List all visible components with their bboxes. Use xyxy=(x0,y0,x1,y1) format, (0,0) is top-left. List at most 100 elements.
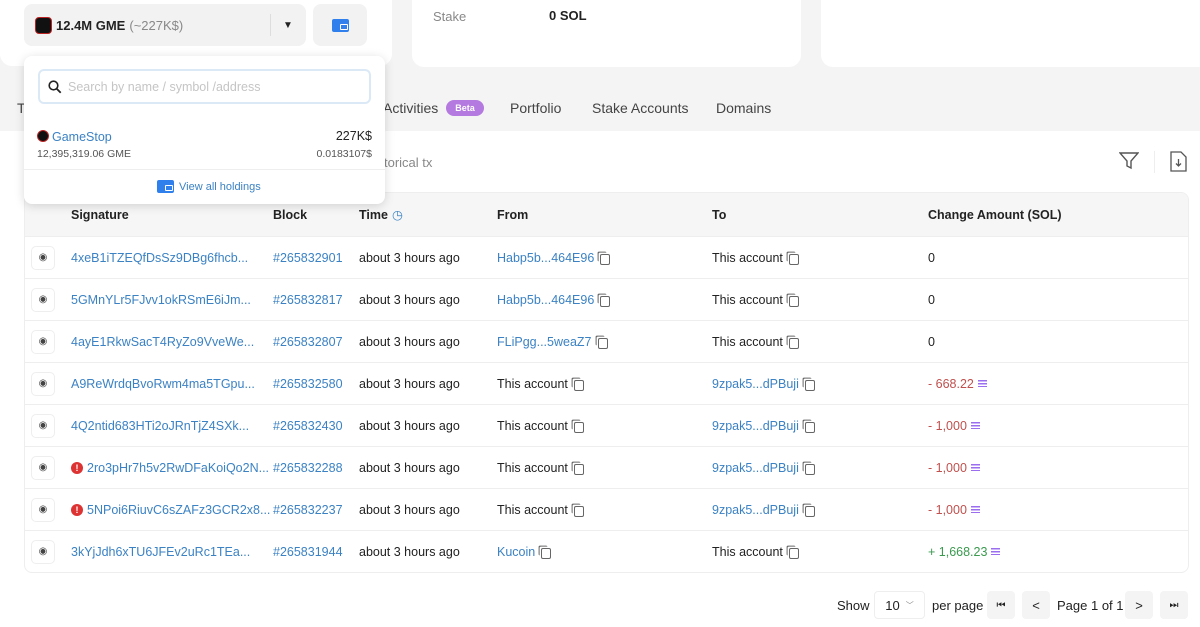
copy-icon[interactable] xyxy=(788,338,799,349)
to-value[interactable]: 9zpak5...dPBuji xyxy=(712,419,799,433)
signature-link[interactable]: 5NPoi6RiuvC6sZAFz3GCR2x8... xyxy=(87,503,270,517)
historical-tx-text: torical tx xyxy=(384,155,433,170)
time-value: about 3 hours ago xyxy=(359,502,460,517)
copy-icon[interactable] xyxy=(600,296,611,307)
col-from: From xyxy=(497,207,529,222)
from-value[interactable]: Habp5b...464E96 xyxy=(497,293,594,307)
export-icon[interactable] xyxy=(1170,151,1187,172)
copy-icon[interactable] xyxy=(573,464,584,475)
copy-icon[interactable] xyxy=(573,380,584,391)
from-value[interactable]: Habp5b...464E96 xyxy=(497,251,594,265)
per-page-select[interactable]: 10 ﹀ xyxy=(874,591,925,619)
view-details-button[interactable]: ◉ xyxy=(31,245,55,270)
wallet-button[interactable] xyxy=(313,4,367,46)
view-details-button[interactable]: ◉ xyxy=(31,287,55,312)
tab-activities[interactable]: Activities Beta xyxy=(383,100,484,116)
clock-icon[interactable]: ◷ xyxy=(392,207,403,222)
block-link[interactable]: #265831944 xyxy=(273,531,343,572)
to-value[interactable]: 9zpak5...dPBuji xyxy=(712,503,799,517)
wallet-icon xyxy=(157,180,174,193)
per-page-label: per page xyxy=(932,597,984,613)
last-page-icon: ⏭ xyxy=(1169,599,1179,611)
eye-icon: ◉ xyxy=(38,336,48,347)
copy-icon[interactable] xyxy=(804,422,815,433)
view-details-button[interactable]: ◉ xyxy=(31,329,55,354)
table-row: ◉ 3kYjJdh6xTU6JFEv2uRc1TEa... #265831944… xyxy=(25,530,1188,572)
caret-down-icon[interactable]: ▼ xyxy=(283,20,293,31)
view-details-button[interactable]: ◉ xyxy=(31,455,55,480)
copy-icon[interactable] xyxy=(788,254,799,265)
signature-link[interactable]: 4xeB1iTZEQfDsSz9DBg6fhcb... xyxy=(71,251,248,265)
from-value: This account xyxy=(497,376,568,391)
table-row: ◉ ! 5NPoi6RiuvC6sZAFz3GCR2x8... #26583223… xyxy=(25,488,1188,530)
block-link[interactable]: #265832817 xyxy=(273,279,343,320)
signature-link[interactable]: 4ayE1RkwSacT4RyZo9VveWe... xyxy=(71,335,254,349)
signature-link[interactable]: 4Q2ntid683HTi2oJRnTjZ4SXk... xyxy=(71,419,249,433)
signature-link[interactable]: 2ro3pHr7h5v2RwDFaKoiQo2N... xyxy=(87,461,269,475)
time-value: about 3 hours ago xyxy=(359,292,460,307)
table-row: ◉ ! 2ro3pHr7h5v2RwDFaKoiQo2N... #26583228… xyxy=(25,446,1188,488)
token-value: (~227K$) xyxy=(129,17,184,33)
block-link[interactable]: #265832430 xyxy=(273,405,343,446)
copy-icon[interactable] xyxy=(788,548,799,559)
transactions-table: Signature Block Time ◷ From To Change Amo… xyxy=(24,192,1189,573)
filter-icon[interactable] xyxy=(1119,152,1139,170)
change-amount: - 1,000 xyxy=(928,502,967,517)
wallet-icon xyxy=(331,18,349,32)
to-value[interactable]: 9zpak5...dPBuji xyxy=(712,461,799,475)
holding-name[interactable]: GameStop xyxy=(52,130,112,144)
view-all-holdings-link[interactable]: View all holdings xyxy=(157,180,261,193)
first-page-button[interactable]: ⏮ xyxy=(987,591,1015,619)
block-link[interactable]: #265832288 xyxy=(273,447,343,488)
signature-link[interactable]: 5GMnYLr5FJvv1okRSmE6iJm... xyxy=(71,293,251,307)
copy-icon[interactable] xyxy=(788,296,799,307)
copy-icon[interactable] xyxy=(573,506,584,517)
copy-icon[interactable] xyxy=(541,548,552,559)
from-value[interactable]: FLiPgg...5weaZ7 xyxy=(497,335,592,349)
token-selector[interactable]: 12.4M GME (~227K$) ▼ xyxy=(24,4,306,46)
next-page-button[interactable]: > xyxy=(1125,591,1153,619)
tab-stake-accounts[interactable]: Stake Accounts xyxy=(592,100,689,116)
search-input[interactable] xyxy=(68,79,348,94)
signature-link[interactable]: A9ReWrdqBvoRwm4ma5TGpu... xyxy=(71,377,255,391)
signature-link[interactable]: 3kYjJdh6xTU6JFEv2uRc1TEa... xyxy=(71,545,250,559)
from-value: This account xyxy=(497,502,568,517)
copy-icon[interactable] xyxy=(573,422,584,433)
view-details-button[interactable]: ◉ xyxy=(31,371,55,396)
change-amount: 0 xyxy=(928,334,935,349)
copy-icon[interactable] xyxy=(804,506,815,517)
prev-page-button[interactable]: < xyxy=(1022,591,1050,619)
block-link[interactable]: #265832901 xyxy=(273,237,343,278)
from-value[interactable]: Kucoin xyxy=(497,545,535,559)
view-all-label: View all holdings xyxy=(179,180,261,193)
holdings-dropdown: GameStop 227K$ 12,395,319.06 GME 0.01831… xyxy=(24,56,385,204)
eye-icon: ◉ xyxy=(38,252,48,263)
error-icon: ! xyxy=(71,503,83,516)
last-page-button[interactable]: ⏭ xyxy=(1160,591,1188,619)
holdings-search[interactable] xyxy=(38,69,371,104)
change-amount: 0 xyxy=(928,292,935,307)
view-details-button[interactable]: ◉ xyxy=(31,497,55,522)
copy-icon[interactable] xyxy=(597,338,608,349)
sol-icon xyxy=(970,506,980,513)
tab-portfolio[interactable]: Portfolio xyxy=(510,100,561,116)
gamestop-logo xyxy=(35,16,52,34)
copy-icon[interactable] xyxy=(804,464,815,475)
table-row: ◉ 5GMnYLr5FJvv1okRSmE6iJm... #265832817 … xyxy=(25,278,1188,320)
sol-icon xyxy=(977,380,987,387)
to-value: This account xyxy=(712,544,783,559)
copy-icon[interactable] xyxy=(600,254,611,265)
to-value[interactable]: 9zpak5...dPBuji xyxy=(712,377,799,391)
copy-icon[interactable] xyxy=(804,380,815,391)
from-value: This account xyxy=(497,418,568,433)
to-value: This account xyxy=(712,250,783,265)
tab-domains[interactable]: Domains xyxy=(716,100,771,116)
stake-label: Stake xyxy=(433,9,467,24)
block-link[interactable]: #265832237 xyxy=(273,489,343,530)
holding-item[interactable]: GameStop 227K$ 12,395,319.06 GME 0.01831… xyxy=(37,129,372,163)
eye-icon: ◉ xyxy=(38,462,48,473)
block-link[interactable]: #265832807 xyxy=(273,321,343,362)
block-link[interactable]: #265832580 xyxy=(273,363,343,404)
view-details-button[interactable]: ◉ xyxy=(31,539,55,564)
view-details-button[interactable]: ◉ xyxy=(31,413,55,438)
